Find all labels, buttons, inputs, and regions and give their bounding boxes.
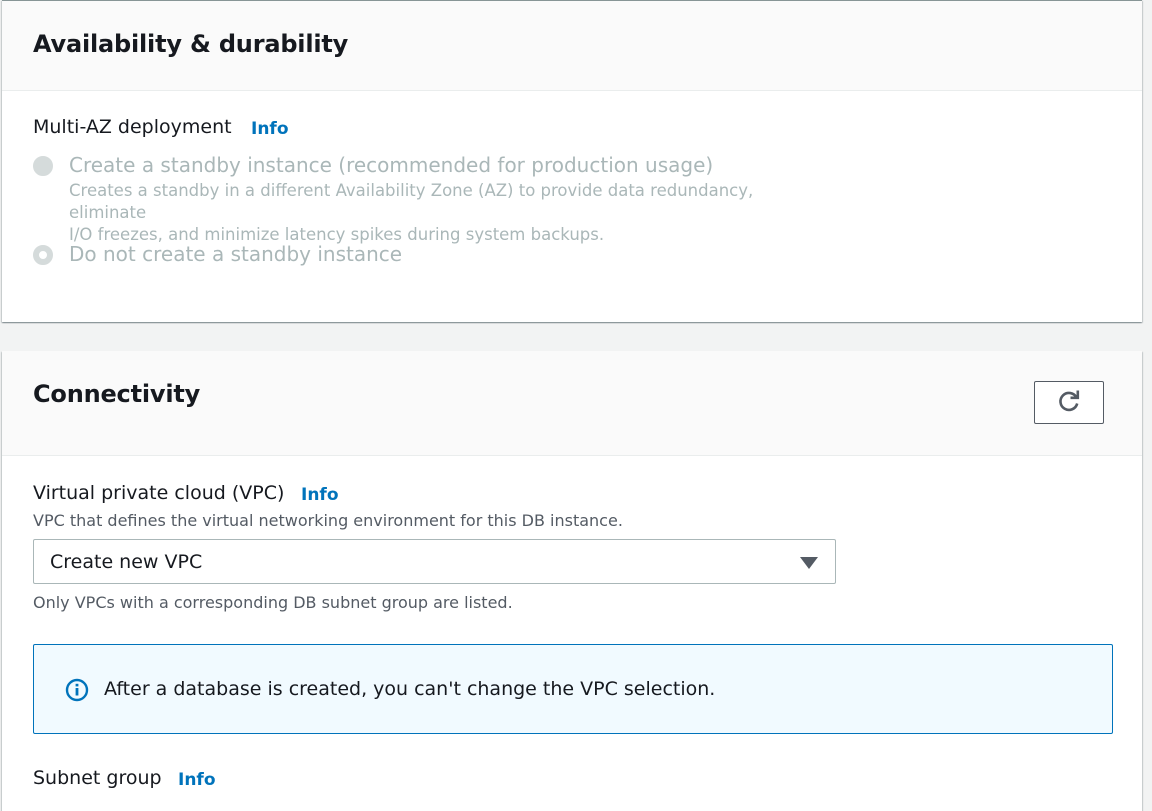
vpc-description: VPC that defines the virtual networking … bbox=[33, 511, 623, 530]
refresh-button[interactable] bbox=[1034, 381, 1104, 424]
connectivity-panel-header: Connectivity bbox=[2, 351, 1142, 456]
standby-radio[interactable] bbox=[33, 156, 53, 176]
info-circle-icon bbox=[65, 678, 89, 706]
refresh-icon bbox=[1056, 388, 1082, 418]
connectivity-title: Connectivity bbox=[33, 380, 201, 408]
standby-radio-label[interactable]: Create a standby instance (recommended f… bbox=[69, 153, 713, 177]
availability-title: Availability & durability bbox=[33, 30, 349, 58]
subnet-group-label: Subnet group bbox=[33, 767, 162, 789]
multi-az-label: Multi-AZ deployment bbox=[33, 116, 232, 138]
vpc-select[interactable]: Create new VPC bbox=[33, 539, 836, 584]
vpc-alert: After a database is created, you can't c… bbox=[33, 644, 1113, 734]
standby-description-line-1: Creates a standby in a different Availab… bbox=[69, 181, 754, 222]
vpc-label: Virtual private cloud (VPC) bbox=[33, 482, 285, 504]
no-standby-radio[interactable] bbox=[33, 245, 53, 265]
vpc-alert-text: After a database is created, you can't c… bbox=[104, 678, 716, 700]
multi-az-info-link[interactable]: Info bbox=[251, 119, 289, 139]
caret-down-icon bbox=[800, 557, 818, 569]
vpc-info-link[interactable]: Info bbox=[301, 485, 339, 505]
no-standby-radio-label[interactable]: Do not create a standby instance bbox=[69, 242, 402, 266]
availability-panel-header: Availability & durability bbox=[2, 1, 1142, 91]
vpc-select-value: Create new VPC bbox=[50, 551, 203, 573]
subnet-group-info-link[interactable]: Info bbox=[178, 770, 216, 790]
standby-radio-description: Creates a standby in a different Availab… bbox=[69, 180, 829, 246]
vpc-hint: Only VPCs with a corresponding DB subnet… bbox=[33, 593, 513, 612]
